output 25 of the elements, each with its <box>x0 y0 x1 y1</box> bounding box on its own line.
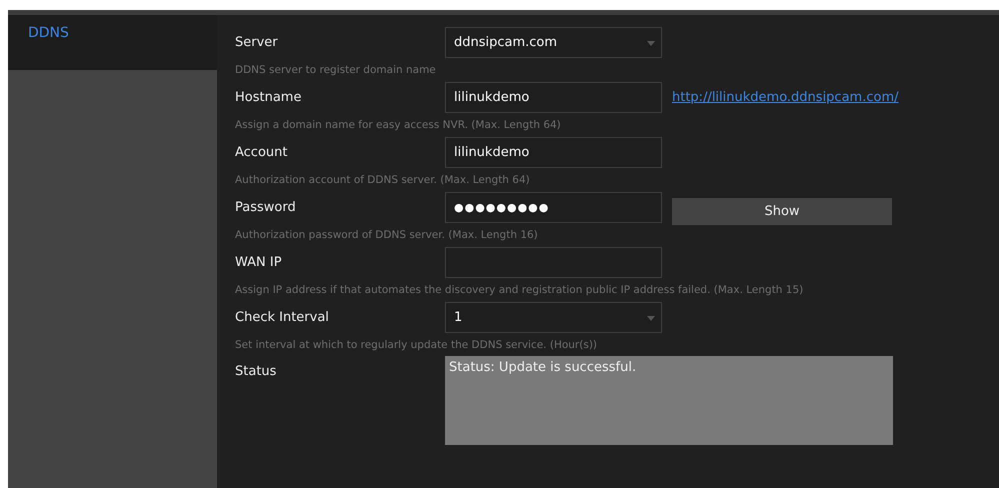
dropdown[interactable]: 1 <box>445 302 662 333</box>
field-label: Server <box>235 35 279 50</box>
input-field[interactable]: lilinukdemo <box>445 82 662 113</box>
show-button[interactable]: Show <box>672 198 892 225</box>
field-hint: Authorization account of DDNS server. (Max. Length 64) <box>235 173 531 188</box>
field-label: Password <box>235 200 297 215</box>
caret-icon <box>647 316 655 321</box>
field-label: Account <box>235 145 288 160</box>
field-label: Check Interval <box>235 310 330 325</box>
url-link[interactable]: http://lilinukdemo.ddnsipcam.com/ <box>672 90 898 105</box>
input-field[interactable]: lilinukdemo <box>445 137 662 168</box>
field-hint: Assign IP address if that automates the discovery and registration public IP address failed. (Max. Length 15) <box>235 283 804 298</box>
status-box: Status: Update is successful. <box>445 356 893 445</box>
field-hint: DDNS server to register domain name <box>235 63 437 78</box>
dropdown[interactable]: ddnsipcam.com <box>445 27 662 58</box>
sidebar-item[interactable]: DDNS <box>8 15 217 70</box>
field-label: Hostname <box>235 90 302 105</box>
field-hint: Authorization password of DDNS server. (Max. Length 16) <box>235 228 539 243</box>
caret-icon <box>647 41 655 46</box>
field-label: WAN IP <box>235 255 283 270</box>
field-label: Status <box>235 363 278 379</box>
password-field[interactable]: ●●●●●●●●● <box>445 192 662 223</box>
field-hint: Set interval at which to regularly update the DDNS service. (Hour(s)) <box>235 338 598 353</box>
input-field[interactable] <box>445 247 662 278</box>
field-hint: Assign a domain name for easy access NVR. (Max. Length 64) <box>235 118 562 133</box>
